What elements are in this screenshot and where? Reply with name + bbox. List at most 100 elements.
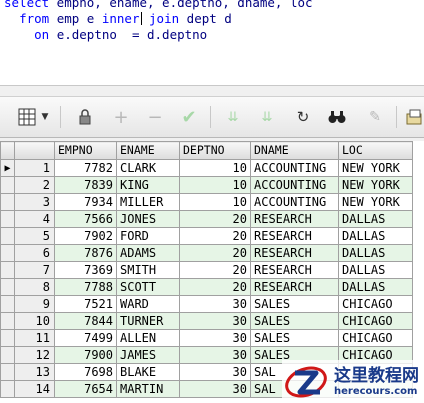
row-indicator[interactable] [0,261,15,279]
cell-ename[interactable]: KING [116,176,180,194]
minus-icon[interactable]: − [142,105,168,129]
cell-dname[interactable]: RESEARCH [250,227,339,245]
cell-empno[interactable]: 7902 [54,227,117,245]
export-icon[interactable] [402,105,424,129]
cell-deptno[interactable]: 20 [179,227,251,245]
cell-loc[interactable]: DALLAS [338,278,413,296]
table-row[interactable]: 3 7934 MILLER 10 ACCOUNTING NEW YORK [0,193,413,211]
row-indicator[interactable] [0,227,15,245]
row-indicator[interactable] [0,380,15,398]
cell-ename[interactable]: MARTIN [116,380,180,398]
row-number[interactable]: 7 [14,261,55,279]
cell-loc[interactable]: NEW YORK [338,193,413,211]
cell-ename[interactable]: SMITH [116,261,180,279]
row-indicator[interactable] [0,312,15,330]
cell-loc[interactable]: CHICAGO [338,295,413,313]
table-row[interactable]: 2 7839 KING 10 ACCOUNTING NEW YORK [0,176,413,194]
cell-loc[interactable]: NEW YORK [338,159,413,177]
table-row[interactable]: 10 7844 TURNER 30 SALES CHICAGO [0,312,413,330]
lock-icon[interactable] [72,105,98,129]
row-indicator[interactable] [0,346,15,364]
cell-empno[interactable]: 7566 [54,210,117,228]
plus-icon[interactable]: + [108,105,134,129]
row-number[interactable]: 3 [14,193,55,211]
cell-ename[interactable]: ALLEN [116,329,180,347]
cell-deptno[interactable]: 10 [179,193,251,211]
cell-empno[interactable]: 7876 [54,244,117,262]
column-header-loc[interactable]: LOC [338,141,413,160]
cell-deptno[interactable]: 10 [179,176,251,194]
table-row[interactable]: 7 7369 SMITH 20 RESEARCH DALLAS [0,261,413,279]
column-header-ename[interactable]: ENAME [116,141,180,160]
grid-icon[interactable] [14,105,40,129]
row-indicator[interactable] [0,210,15,228]
cell-dname[interactable]: ACCOUNTING [250,176,339,194]
cell-loc[interactable]: CHICAGO [338,312,413,330]
cell-deptno[interactable]: 30 [179,312,251,330]
dropdown-arrow-icon[interactable]: ▼ [38,105,52,129]
cell-ename[interactable]: JONES [116,210,180,228]
cell-empno[interactable]: 7698 [54,363,117,381]
cell-dname[interactable]: RESEARCH [250,261,339,279]
cell-loc[interactable]: CHICAGO [338,329,413,347]
row-number[interactable]: 11 [14,329,55,347]
cell-dname[interactable]: SALES [250,295,339,313]
cell-empno[interactable]: 7934 [54,193,117,211]
cell-deptno[interactable]: 20 [179,244,251,262]
cell-deptno[interactable]: 30 [179,363,251,381]
row-number[interactable]: 6 [14,244,55,262]
row-indicator[interactable] [0,329,15,347]
row-number[interactable]: 10 [14,312,55,330]
cell-dname[interactable]: RESEARCH [250,278,339,296]
cell-ename[interactable]: FORD [116,227,180,245]
cell-ename[interactable]: BLAKE [116,363,180,381]
table-row[interactable]: 4 7566 JONES 20 RESEARCH DALLAS [0,210,413,228]
current-row-indicator-icon[interactable]: ▶ [0,159,15,177]
cell-empno[interactable]: 7900 [54,346,117,364]
row-number[interactable]: 4 [14,210,55,228]
cell-loc[interactable]: DALLAS [338,244,413,262]
cell-deptno[interactable]: 20 [179,261,251,279]
row-indicator[interactable] [0,295,15,313]
cell-loc[interactable]: DALLAS [338,261,413,279]
cell-empno[interactable]: 7782 [54,159,117,177]
row-number[interactable]: 1 [14,159,55,177]
row-indicator[interactable] [0,244,15,262]
table-row[interactable]: 8 7788 SCOTT 20 RESEARCH DALLAS [0,278,413,296]
cell-dname[interactable]: RESEARCH [250,244,339,262]
cell-deptno[interactable]: 30 [179,346,251,364]
cell-ename[interactable]: JAMES [116,346,180,364]
cell-empno[interactable]: 7369 [54,261,117,279]
cell-deptno[interactable]: 20 [179,278,251,296]
column-header-empno[interactable]: EMPNO [54,141,117,160]
cell-deptno[interactable]: 20 [179,210,251,228]
cell-loc[interactable]: DALLAS [338,210,413,228]
row-number[interactable]: 12 [14,346,55,364]
row-number[interactable]: 8 [14,278,55,296]
cell-ename[interactable]: SCOTT [116,278,180,296]
row-indicator[interactable] [0,176,15,194]
table-row[interactable]: ▶ 1 7782 CLARK 10 ACCOUNTING NEW YORK [0,159,413,177]
editor-grid-splitter[interactable] [0,86,424,96]
row-indicator[interactable] [0,363,15,381]
cell-deptno[interactable]: 30 [179,329,251,347]
cell-dname[interactable]: SALES [250,312,339,330]
cell-dname[interactable]: ACCOUNTING [250,159,339,177]
table-row[interactable]: 5 7902 FORD 20 RESEARCH DALLAS [0,227,413,245]
row-indicator[interactable] [0,193,15,211]
row-number[interactable]: 5 [14,227,55,245]
cell-dname[interactable]: ACCOUNTING [250,193,339,211]
cell-loc[interactable]: NEW YORK [338,176,413,194]
table-row[interactable]: 9 7521 WARD 30 SALES CHICAGO [0,295,413,313]
eraser-icon[interactable]: ✎ [362,105,388,129]
cell-deptno[interactable]: 30 [179,380,251,398]
table-row[interactable]: 6 7876 ADAMS 20 RESEARCH DALLAS [0,244,413,262]
row-indicator[interactable] [0,278,15,296]
row-number[interactable]: 14 [14,380,55,398]
cell-empno[interactable]: 7521 [54,295,117,313]
column-header-deptno[interactable]: DEPTNO [179,141,251,160]
cell-empno[interactable]: 7839 [54,176,117,194]
table-row[interactable]: 11 7499 ALLEN 30 SALES CHICAGO [0,329,413,347]
row-number[interactable]: 9 [14,295,55,313]
row-number[interactable]: 2 [14,176,55,194]
